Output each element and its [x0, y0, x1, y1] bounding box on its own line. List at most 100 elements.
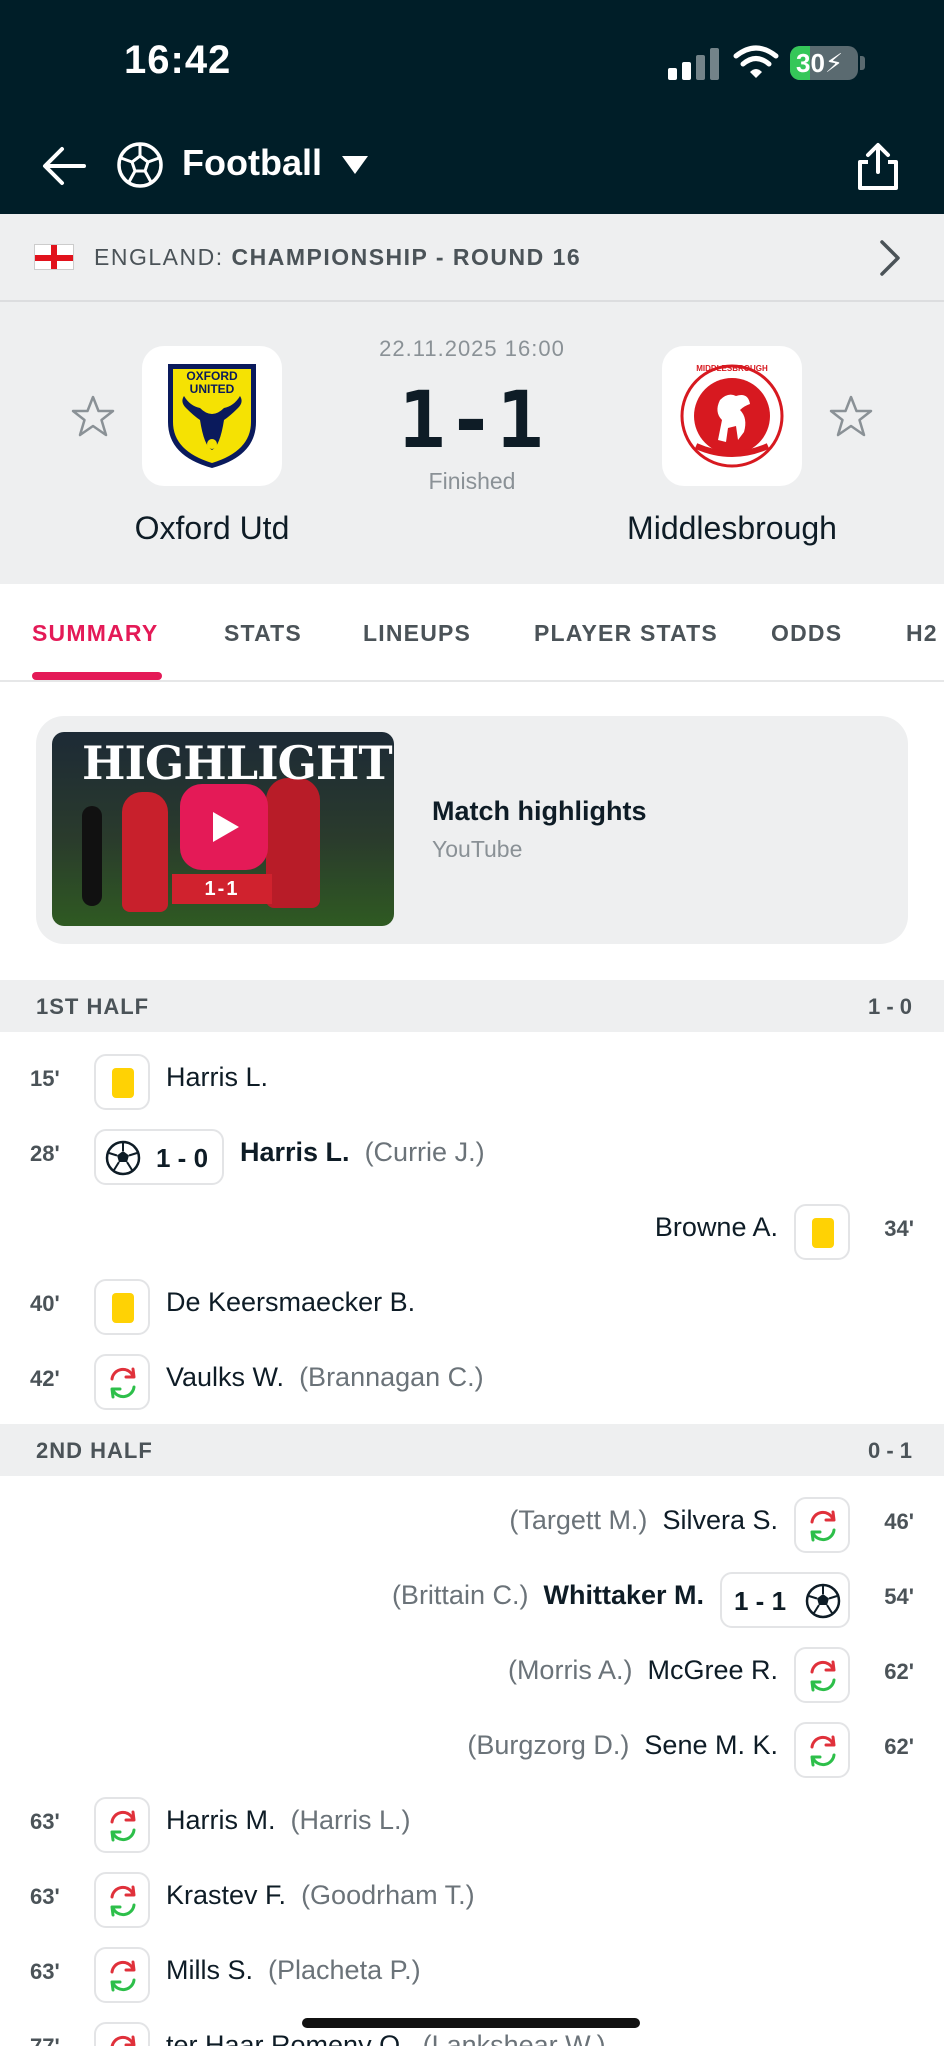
top-app-bar: 16:42 30⚡ Football	[0, 0, 944, 214]
goal-badge: 1 - 0	[94, 1129, 224, 1185]
substitution-icon	[794, 1722, 850, 1778]
incident-row[interactable]: Browne A. 34'	[0, 1192, 944, 1266]
home-indicator[interactable]	[302, 2018, 640, 2028]
incident-minute: 42'	[30, 1366, 60, 1391]
player-in: ter Haar Romeny O.	[166, 2030, 408, 2046]
yellow-card-icon	[794, 1204, 850, 1260]
section-label: 2ND HALF	[36, 1438, 153, 1463]
incident-minute: 63'	[30, 1809, 60, 1834]
league-competition: CHAMPIONSHIP - ROUND 16	[231, 244, 582, 270]
player-in: Krastev F.	[166, 1880, 287, 1910]
incident-row[interactable]: 77' ter Haar Romeny O. (Lankshear W.)	[0, 2010, 944, 2046]
incident-row[interactable]: 42' Vaulks W. (Brannagan C.)	[0, 1342, 944, 1416]
incident-text: (Brittain C.) Whittaker M.	[392, 1580, 704, 1611]
incident-row[interactable]: (Targett M.) Silvera S. 46'	[0, 1485, 944, 1559]
match-status: Finished	[428, 468, 516, 494]
player-out: (Harris L.)	[290, 1805, 411, 1835]
tab-stats[interactable]: STATS	[224, 620, 302, 647]
player-figure	[122, 792, 168, 912]
incident-minute: 63'	[30, 1884, 60, 1909]
away-team-name[interactable]: Middlesbrough	[612, 510, 852, 547]
incident-row[interactable]: (Brittain C.) Whittaker M. 1 - 1 54'	[0, 1560, 944, 1634]
incident-minute: 46'	[884, 1509, 914, 1534]
incident-text: Krastev F. (Goodrham T.)	[166, 1880, 475, 1911]
incident-minute: 77'	[30, 2034, 60, 2046]
player-out: (Burgzorg D.)	[467, 1730, 630, 1760]
home-team-logo[interactable]: OXFORD UNITED	[142, 346, 282, 486]
substitution-icon	[94, 1872, 150, 1928]
home-crest-text: OXFORD UNITED	[186, 369, 238, 396]
incident-minute: 15'	[30, 1066, 60, 1091]
player-out: (Targett M.)	[509, 1505, 648, 1535]
substitution-icon	[94, 2022, 150, 2046]
league-country: ENGLAND:	[94, 244, 224, 270]
incident-row[interactable]: (Burgzorg D.) Sene M. K. 62'	[0, 1710, 944, 1784]
incident-text: Harris L. (Currie J.)	[240, 1137, 485, 1168]
substitution-icon	[94, 1947, 150, 2003]
section-label: 1ST HALF	[36, 994, 150, 1019]
incident-row[interactable]: 40' De Keersmaecker B.	[0, 1267, 944, 1341]
tab-lineups[interactable]: LINEUPS	[363, 620, 471, 647]
incident-text: ter Haar Romeny O. (Lankshear W.)	[166, 2030, 606, 2046]
match-score: 1-1	[398, 376, 546, 466]
player-out: (Brannagan C.)	[299, 1362, 484, 1392]
incident-minute: 63'	[30, 1959, 60, 1984]
incident-row[interactable]: 63' Mills S. (Placheta P.)	[0, 1935, 944, 2009]
play-icon[interactable]	[180, 784, 268, 870]
scorer-name: Harris L.	[240, 1137, 350, 1167]
incident-row[interactable]: 63' Harris M. (Harris L.)	[0, 1785, 944, 1859]
incident-player: Browne A.	[654, 1212, 778, 1242]
incident-minute: 62'	[884, 1659, 914, 1684]
tab-player-stats[interactable]: PLAYER STATS	[534, 620, 718, 647]
incident-row[interactable]: 15' Harris L.	[0, 1042, 944, 1116]
highlights-title[interactable]: Match highlights	[432, 796, 646, 827]
yellow-card-icon	[94, 1054, 150, 1110]
england-flag-icon	[34, 244, 74, 270]
away-crest-text: MIDDLESBROUGH	[696, 364, 768, 373]
active-tab-indicator	[32, 672, 162, 680]
highlights-thumbnail[interactable]: HIGHLIGHTS 1-1	[52, 732, 394, 926]
tab-odds[interactable]: ODDS	[771, 620, 842, 647]
battery-level: 30	[796, 48, 825, 78]
battery-icon: 30⚡	[790, 46, 858, 80]
incident-text: Vaulks W. (Brannagan C.)	[166, 1362, 484, 1393]
incident-player: Harris L.	[166, 1062, 269, 1092]
dropdown-caret-icon[interactable]	[342, 156, 368, 174]
favorite-away-star-icon[interactable]	[828, 394, 874, 440]
section-first-half: 1ST HALF 1 - 0	[0, 980, 944, 1032]
player-in: Silvera S.	[662, 1505, 778, 1535]
favorite-home-star-icon[interactable]	[70, 394, 116, 440]
incident-row[interactable]: 63' Krastev F. (Goodrham T.)	[0, 1860, 944, 1934]
incident-text: Harris M. (Harris L.)	[166, 1805, 411, 1836]
incident-text: Mills S. (Placheta P.)	[166, 1955, 421, 1986]
player-out: (Morris A.)	[507, 1655, 633, 1685]
league-title[interactable]: ENGLAND: CHAMPIONSHIP - ROUND 16	[94, 244, 581, 271]
tab-h2h[interactable]: H2	[906, 620, 938, 647]
player-in: McGree R.	[647, 1655, 778, 1685]
tab-bar: SUMMARY STATS LINEUPS PLAYER STATS ODDS …	[0, 584, 944, 682]
status-time: 16:42	[124, 38, 232, 82]
back-arrow-icon[interactable]	[38, 140, 90, 192]
chevron-right-icon[interactable]	[876, 238, 904, 278]
player-figure	[266, 778, 320, 908]
incident-row[interactable]: (Morris A.) McGree R. 62'	[0, 1635, 944, 1709]
substitution-icon	[794, 1647, 850, 1703]
cellular-signal-icon	[668, 48, 720, 80]
soccer-ball-icon[interactable]	[116, 141, 164, 189]
incident-text: (Burgzorg D.) Sene M. K.	[467, 1730, 778, 1761]
incident-row[interactable]: 28' 1 - 0 Harris L. (Currie J.)	[0, 1117, 944, 1191]
substitution-icon	[794, 1497, 850, 1553]
match-datetime: 22.11.2025 16:00	[379, 336, 565, 361]
incident-minute: 54'	[884, 1584, 914, 1609]
player-in: Mills S.	[166, 1955, 253, 1985]
sport-selector[interactable]: Football	[182, 142, 322, 184]
ball-icon	[805, 1583, 841, 1619]
middlesbrough-crest-icon	[680, 364, 784, 468]
share-icon[interactable]	[852, 140, 904, 192]
thumbnail-score: 1-1	[172, 874, 272, 904]
highlights-source: YouTube	[432, 836, 523, 862]
incident-minute: 34'	[884, 1216, 914, 1241]
tab-summary[interactable]: SUMMARY	[32, 620, 158, 647]
away-team-logo[interactable]: MIDDLESBROUGH	[662, 346, 802, 486]
home-team-name[interactable]: Oxford Utd	[92, 510, 332, 547]
